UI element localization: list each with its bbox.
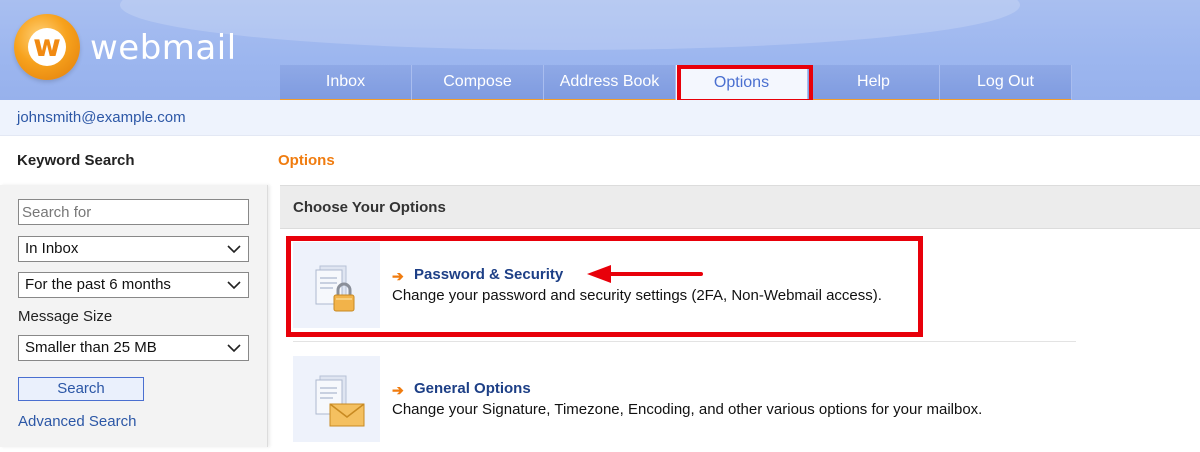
orange-arrow-icon: ➔ bbox=[392, 382, 404, 398]
red-annotation-arrow-icon bbox=[587, 265, 703, 283]
message-size-select[interactable]: Smaller than 25 MB bbox=[18, 335, 249, 361]
brand-name: webmail bbox=[90, 28, 237, 68]
account-email: johnsmith@example.com bbox=[17, 109, 186, 126]
date-range-select[interactable]: For the past 6 months bbox=[18, 272, 249, 298]
chevron-down-icon bbox=[227, 281, 241, 290]
nav-compose[interactable]: Compose bbox=[412, 65, 544, 102]
date-select-value: For the past 6 months bbox=[25, 276, 171, 293]
option-description: Change your Signature, Timezone, Encodin… bbox=[392, 401, 983, 418]
options-tab-highlight bbox=[677, 65, 813, 103]
search-input[interactable] bbox=[18, 199, 249, 225]
password-option-highlight bbox=[286, 236, 923, 337]
keyword-search-heading: Keyword Search bbox=[17, 152, 135, 169]
message-size-label: Message Size bbox=[18, 308, 113, 325]
option-divider bbox=[293, 341, 1076, 342]
main-nav: Inbox Compose Address Book Options Help … bbox=[280, 65, 1072, 102]
advanced-search-link[interactable]: Advanced Search bbox=[18, 413, 136, 430]
header-decoration bbox=[120, 0, 1020, 50]
folder-select[interactable]: In Inbox bbox=[18, 236, 249, 262]
option-icon-box bbox=[293, 356, 380, 442]
account-bar: johnsmith@example.com bbox=[0, 100, 1200, 136]
page-title: Options bbox=[278, 152, 335, 169]
panel-header-title: Choose Your Options bbox=[293, 199, 446, 216]
option-title[interactable]: General Options bbox=[414, 380, 531, 397]
options-panel-header: Choose Your Options bbox=[280, 185, 1200, 229]
chevron-down-icon bbox=[227, 344, 241, 353]
nav-address-book[interactable]: Address Book bbox=[544, 65, 676, 102]
nav-log-out[interactable]: Log Out bbox=[940, 65, 1072, 102]
option-general-options[interactable]: ➔ General Options Change your Signature,… bbox=[293, 356, 1076, 444]
folder-select-value: In Inbox bbox=[25, 240, 79, 257]
logo-letter: w bbox=[28, 28, 66, 66]
nav-help[interactable]: Help bbox=[808, 65, 940, 102]
search-button[interactable]: Search bbox=[18, 377, 144, 401]
document-envelope-icon bbox=[315, 375, 365, 427]
chevron-down-icon bbox=[227, 245, 241, 254]
nav-inbox[interactable]: Inbox bbox=[280, 65, 412, 102]
size-select-value: Smaller than 25 MB bbox=[25, 339, 157, 356]
webmail-logo: w bbox=[14, 14, 80, 80]
